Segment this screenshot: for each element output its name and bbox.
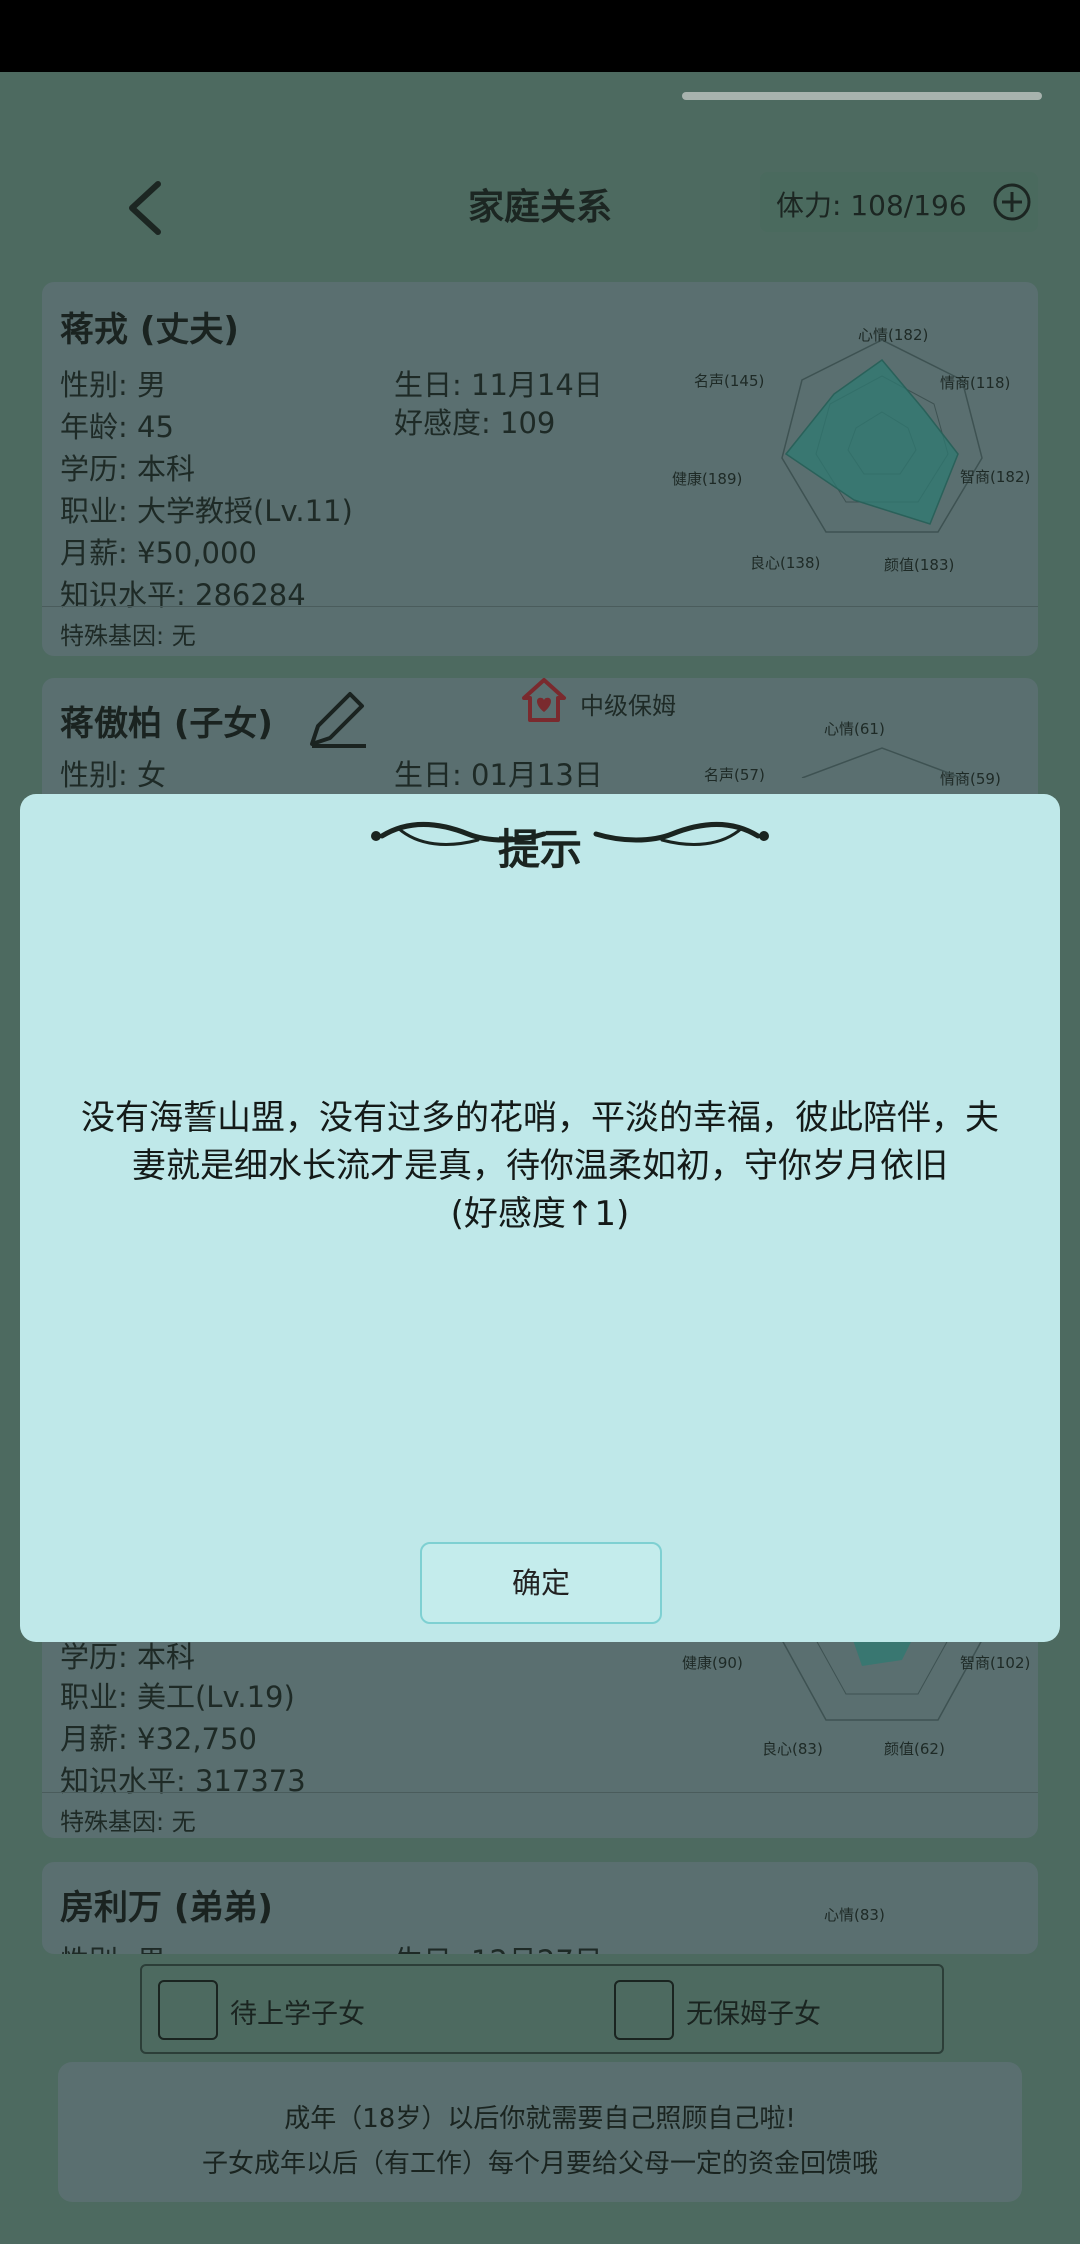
divider (42, 606, 1038, 607)
nanny-label: 中级保姆 (580, 692, 676, 720)
tip-dialog: 提示 没有海誓山盟，没有过多的花哨，平淡的幸福，彼此陪伴，夫 妻就是细水长流才是… (20, 794, 1060, 1642)
family-card-husband[interactable]: 蒋戎 (丈夫) 性别: 男 年龄: 45 学历: 本科 职业: 大学教授(Lv.… (42, 282, 1038, 656)
member-gene: 特殊基因: 无 (60, 1808, 196, 1836)
radar-label-fame: 名声(57) (704, 766, 765, 784)
add-energy-icon[interactable] (992, 182, 1032, 222)
member-gender: 性别: 男 (60, 368, 166, 402)
family-card-child-details: 学历: 本科 职业: 美工(Lv.19) 月薪: ¥32,750 知识水平: 3… (42, 1620, 1038, 1838)
pending-school-label[interactable]: 待上学子女 (230, 1992, 365, 2031)
radar-label-conscience: 良心(83) (762, 1740, 823, 1758)
radar-label-iq: 智商(102) (960, 1654, 1031, 1672)
notice-line-1: 成年（18岁）以后你就需要自己照顾自己啦! (284, 2104, 796, 2134)
radar-label-eq: 情商(118) (940, 374, 1011, 392)
member-education: 学历: 本科 (60, 452, 195, 486)
attribute-radar-chart (801, 747, 963, 778)
radar-label-iq: 智商(182) (960, 468, 1031, 486)
radar-label-health: 健康(189) (672, 470, 743, 488)
member-birthday: 生日: 12月27日 (394, 1938, 603, 1954)
member-gender: 性别: 女 (60, 758, 166, 792)
notice-line-2: 子女成年以后（有工作）每个月要给父母一定的资金回馈哦 (201, 2149, 878, 2179)
member-favor: 好感度: 109 (394, 406, 556, 440)
member-age: 年龄: 45 (60, 410, 174, 444)
member-job: 职业: 大学教授(Lv.11) (60, 494, 353, 528)
member-knowledge: 知识水平: 286284 (60, 578, 306, 612)
dialog-line-3: (好感度↑1) (450, 1194, 630, 1234)
attribute-radar-chart (781, 339, 983, 533)
filter-bar: 待上学子女 无保姆子女 (140, 1964, 944, 2054)
radar-label-looks: 颜值(183) (884, 556, 955, 574)
member-gender: 性别: 男 (60, 1938, 166, 1954)
pending-school-checkbox[interactable] (158, 1980, 218, 2040)
member-gene: 特殊基因: 无 (60, 622, 196, 650)
dialog-message: 没有海誓山盟，没有过多的花哨，平淡的幸福，彼此陪伴，夫 妻就是细水长流才是真，待… (40, 1094, 1040, 1238)
sheet-grabber[interactable] (682, 92, 1042, 100)
dialog-line-1: 没有海誓山盟，没有过多的花哨，平淡的幸福，彼此陪伴，夫 (81, 1098, 999, 1138)
energy-text: 体力: 108/196 (776, 189, 967, 222)
divider (42, 1792, 1038, 1793)
member-name: 蒋傲柏 (子女) (60, 704, 273, 744)
member-name: 蒋戎 (丈夫) (60, 310, 239, 350)
member-job: 职业: 美工(Lv.19) (60, 1680, 295, 1714)
radar-label-mood: 心情(83) (824, 1906, 885, 1924)
no-nanny-label[interactable]: 无保姆子女 (686, 1992, 821, 2031)
radar-label-fame: 名声(145) (694, 372, 765, 390)
dialog-title: 提示 (497, 825, 582, 874)
edit-name-icon[interactable] (304, 688, 368, 752)
family-card-brother[interactable]: 房利万 (弟弟) 性别: 男 生日: 12月27日 心情(83) (42, 1862, 1038, 1954)
member-knowledge: 知识水平: 317373 (60, 1764, 306, 1798)
member-salary: 月薪: ¥50,000 (60, 536, 257, 570)
radar-label-health: 健康(90) (682, 1654, 743, 1672)
confirm-button[interactable]: 确定 (420, 1542, 662, 1624)
right-ornament-icon (593, 822, 769, 846)
member-birthday: 生日: 01月13日 (394, 758, 603, 792)
nanny-house-icon (522, 678, 566, 722)
radar-label-looks: 颜值(62) (884, 1740, 945, 1758)
radar-label-conscience: 良心(138) (750, 554, 821, 572)
member-name: 房利万 (弟弟) (60, 1888, 273, 1928)
radar-label-mood: 心情(61) (824, 720, 885, 738)
member-birthday: 生日: 11月14日 (394, 368, 603, 402)
info-notice: 成年（18岁）以后你就需要自己照顾自己啦! 子女成年以后（有工作）每个月要给父母… (58, 2062, 1022, 2202)
member-salary: 月薪: ¥32,750 (60, 1722, 257, 1756)
status-bar (0, 0, 1080, 72)
dialog-line-2: 妻就是细水长流才是真，待你温柔如初，守你岁月依旧 (132, 1146, 948, 1186)
header: 家庭关系 体力: 108/196 (0, 160, 1080, 250)
no-nanny-checkbox[interactable] (614, 1980, 674, 2040)
radar-label-mood: 心情(182) (858, 326, 929, 344)
energy-badge: 体力: 108/196 (760, 172, 1038, 232)
